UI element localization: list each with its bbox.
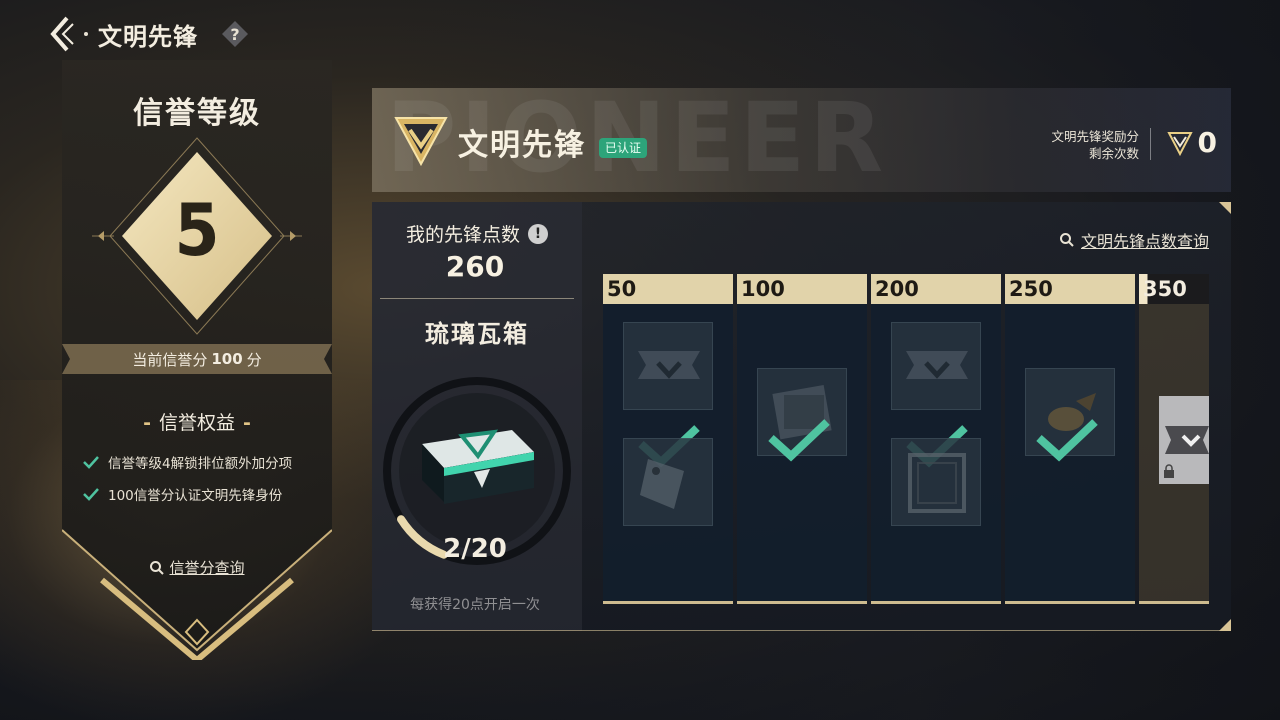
pioneer-panel: PIONEER 文明先锋 已认证 文明先锋奖励分 剩余次数 0 我的先锋点数 !… — [372, 88, 1231, 631]
reward-tier: 50 — [603, 274, 733, 604]
benefits-heading: - 信誉权益 - — [62, 408, 332, 435]
reward-label-line1: 文明先锋奖励分 — [1051, 129, 1139, 144]
verified-badge: 已认证 — [599, 138, 648, 158]
svg-text:?: ? — [230, 25, 239, 44]
points-value: 260 — [445, 250, 505, 283]
score-prefix: 当前信誉分 — [132, 350, 208, 369]
help-button[interactable]: ? — [220, 19, 250, 49]
reward-tier: 100 — [737, 274, 867, 604]
question-icon: ? — [222, 21, 248, 47]
tier-threshold: 200 — [871, 274, 1001, 304]
tier-threshold: 50 — [603, 274, 733, 304]
pioneer-banner: PIONEER 文明先锋 已认证 文明先锋奖励分 剩余次数 0 — [372, 88, 1231, 192]
benefit-item: 100信誉分认证文明先锋身份 — [82, 484, 282, 504]
page-title: 文明先锋 — [98, 22, 198, 51]
lock-icon — [1164, 464, 1174, 478]
tier-threshold: 100 — [737, 274, 867, 304]
benefit-text: 信誉等级4解锁排位额外加分项 — [108, 456, 293, 472]
corner-deco — [1219, 202, 1231, 214]
reward-item[interactable] — [623, 438, 713, 526]
tag-reward-icon — [640, 459, 684, 509]
reward-item[interactable] — [891, 438, 981, 526]
rank-level: 5 — [174, 188, 220, 272]
tier-foot — [1139, 601, 1209, 604]
reward-tier-locked: 350 — [1139, 274, 1209, 604]
box-progress-text: 2/20 — [443, 534, 507, 564]
heading-deco-left: - — [143, 412, 151, 434]
benefit-text: 100信誉分认证文明先锋身份 — [108, 488, 283, 504]
score-value: 100 — [211, 350, 243, 368]
tier-foot — [871, 601, 1001, 604]
reward-remaining-count: 0 — [1197, 126, 1217, 159]
reward-track[interactable]: 50 100 200 250 350 — [603, 274, 1209, 604]
banner-title: 文明先锋 — [458, 128, 586, 163]
claimed-check-icon — [1036, 419, 1098, 462]
tier-foot — [603, 601, 733, 604]
locked-reward-item[interactable] — [1159, 396, 1209, 484]
chevron-left-icon — [50, 16, 74, 52]
benefit-item: 信誉等级4解锁排位额外加分项 — [82, 452, 292, 472]
back-button[interactable] — [40, 12, 80, 56]
reward-tier: 200 — [871, 274, 1001, 604]
points-query-label: 文明先锋点数查询 — [1080, 232, 1209, 251]
top-bar: 文明先锋 ? — [40, 12, 250, 56]
banner-reward-icon — [1165, 426, 1209, 454]
reward-item[interactable] — [891, 322, 981, 410]
score-suffix: 分 — [246, 350, 262, 369]
info-icon[interactable]: ! — [528, 223, 548, 244]
check-icon — [83, 456, 99, 469]
tier-threshold: 250 — [1005, 274, 1135, 304]
pioneer-token-icon — [1167, 132, 1193, 156]
pioneer-emblem-icon — [394, 117, 448, 167]
points-query-link[interactable]: 文明先锋点数查询 — [1059, 228, 1209, 252]
check-icon — [83, 488, 99, 501]
rank-panel: 信誉等级 5 当前信誉分 100 分 - 信誉权益 - 信誉等级4解锁排位额外加分项… — [62, 60, 332, 660]
rank-score-query-link[interactable]: 信誉分查询 — [62, 557, 332, 578]
tier-threshold: 350 — [1139, 274, 1209, 304]
frame-reward-icon — [908, 453, 966, 513]
banner-reward-icon — [906, 351, 968, 379]
content-bottom-line — [372, 630, 1231, 631]
points-summary: 我的先锋点数 ! 260 琉璃瓦箱 2/20 每获得20点开启一次 — [372, 202, 582, 631]
rank-title: 信誉等级 — [133, 96, 261, 131]
rank-query-label: 信誉分查询 — [169, 559, 245, 577]
search-icon — [150, 560, 165, 575]
reward-label-line2: 剩余次数 — [1088, 146, 1139, 161]
claimed-check-icon — [768, 419, 830, 462]
reward-item[interactable] — [623, 322, 713, 410]
tier-foot — [1005, 601, 1135, 604]
benefits-title: 信誉权益 — [158, 412, 235, 434]
side-divider — [380, 298, 574, 299]
points-label-row: 我的先锋点数 ! — [372, 220, 582, 247]
search-icon — [1059, 233, 1074, 247]
banner-reward-icon — [638, 351, 700, 379]
tier-foot — [737, 601, 867, 604]
box-hint: 每获得20点开启一次 — [410, 597, 540, 613]
heading-deco-right: - — [243, 412, 251, 434]
reward-tier: 250 — [1005, 274, 1135, 604]
current-score: 当前信誉分 100 分 — [62, 344, 332, 374]
reward-separator — [1150, 128, 1151, 160]
box-name: 琉璃瓦箱 — [425, 320, 529, 348]
points-content: 我的先锋点数 ! 260 琉璃瓦箱 2/20 每获得20点开启一次 文明先锋点数… — [372, 202, 1231, 631]
points-label: 我的先锋点数 — [405, 224, 520, 246]
reward-remaining-label: 文明先锋奖励分 剩余次数 — [1051, 128, 1139, 162]
title-dot — [84, 32, 88, 36]
